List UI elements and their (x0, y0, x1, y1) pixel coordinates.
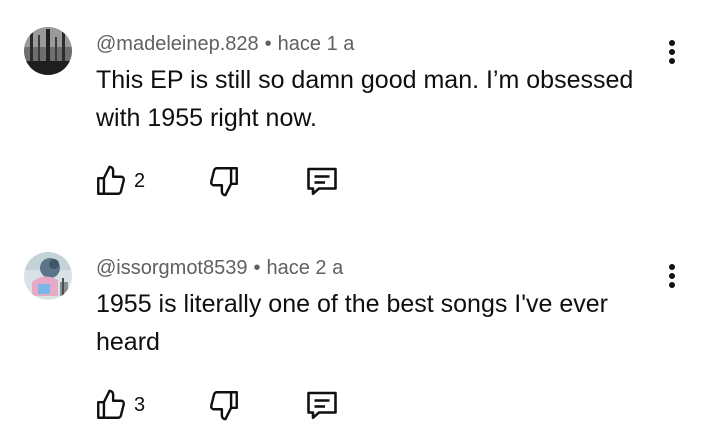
reply-comment-icon (307, 391, 337, 420)
like-button[interactable]: 2 (94, 161, 145, 201)
author-name[interactable]: @madeleinep.828 (96, 33, 259, 55)
like-button[interactable]: 3 (94, 385, 145, 425)
more-dot (669, 58, 675, 64)
thumbs-down-icon (209, 391, 238, 421)
more-options-button[interactable] (660, 264, 684, 294)
comment-time[interactable]: hace 1 a (278, 33, 355, 55)
comment-meta: @madeleinep.828 • hace 1 a (96, 32, 354, 56)
reply-button[interactable] (304, 161, 340, 201)
more-dot (669, 49, 675, 55)
like-count: 2 (134, 169, 146, 192)
comment-meta: @issorgmot8539 • hace 2 a (96, 256, 343, 280)
more-vertical-icon (669, 264, 675, 270)
author-name[interactable]: @issorgmot8539 (96, 257, 247, 279)
avatar-anime-photo-icon (24, 252, 72, 300)
comment-text: This EP is still so damn good man. I’m o… (96, 66, 634, 132)
thumbs-up-icon (97, 389, 126, 419)
comment-item: @madeleinep.828 • hace 1 a This EP is stil… (0, 0, 720, 217)
separator-dot: • (253, 257, 261, 279)
comment-item: @issorgmot8539 • hace 2 a 1955 is literall… (0, 217, 720, 435)
more-dot (669, 282, 675, 288)
dislike-button[interactable] (207, 161, 241, 201)
more-options-button[interactable] (660, 40, 684, 70)
comment-text: 1955 is literally one of the best songs … (96, 290, 609, 356)
thumbs-down-icon (209, 167, 238, 197)
thumbs-up-icon (97, 165, 126, 195)
more-dot (669, 273, 675, 279)
author-avatar[interactable] (24, 27, 72, 75)
comment-time[interactable]: hace 2 a (267, 257, 344, 279)
like-count: 3 (134, 393, 146, 416)
reply-button[interactable] (304, 385, 340, 425)
more-vertical-icon (669, 40, 675, 46)
dislike-button[interactable] (207, 385, 241, 425)
separator-dot: • (264, 33, 272, 55)
author-avatar[interactable] (24, 252, 72, 300)
reply-comment-icon (307, 167, 337, 196)
avatar-forest-photo-icon (24, 27, 72, 75)
